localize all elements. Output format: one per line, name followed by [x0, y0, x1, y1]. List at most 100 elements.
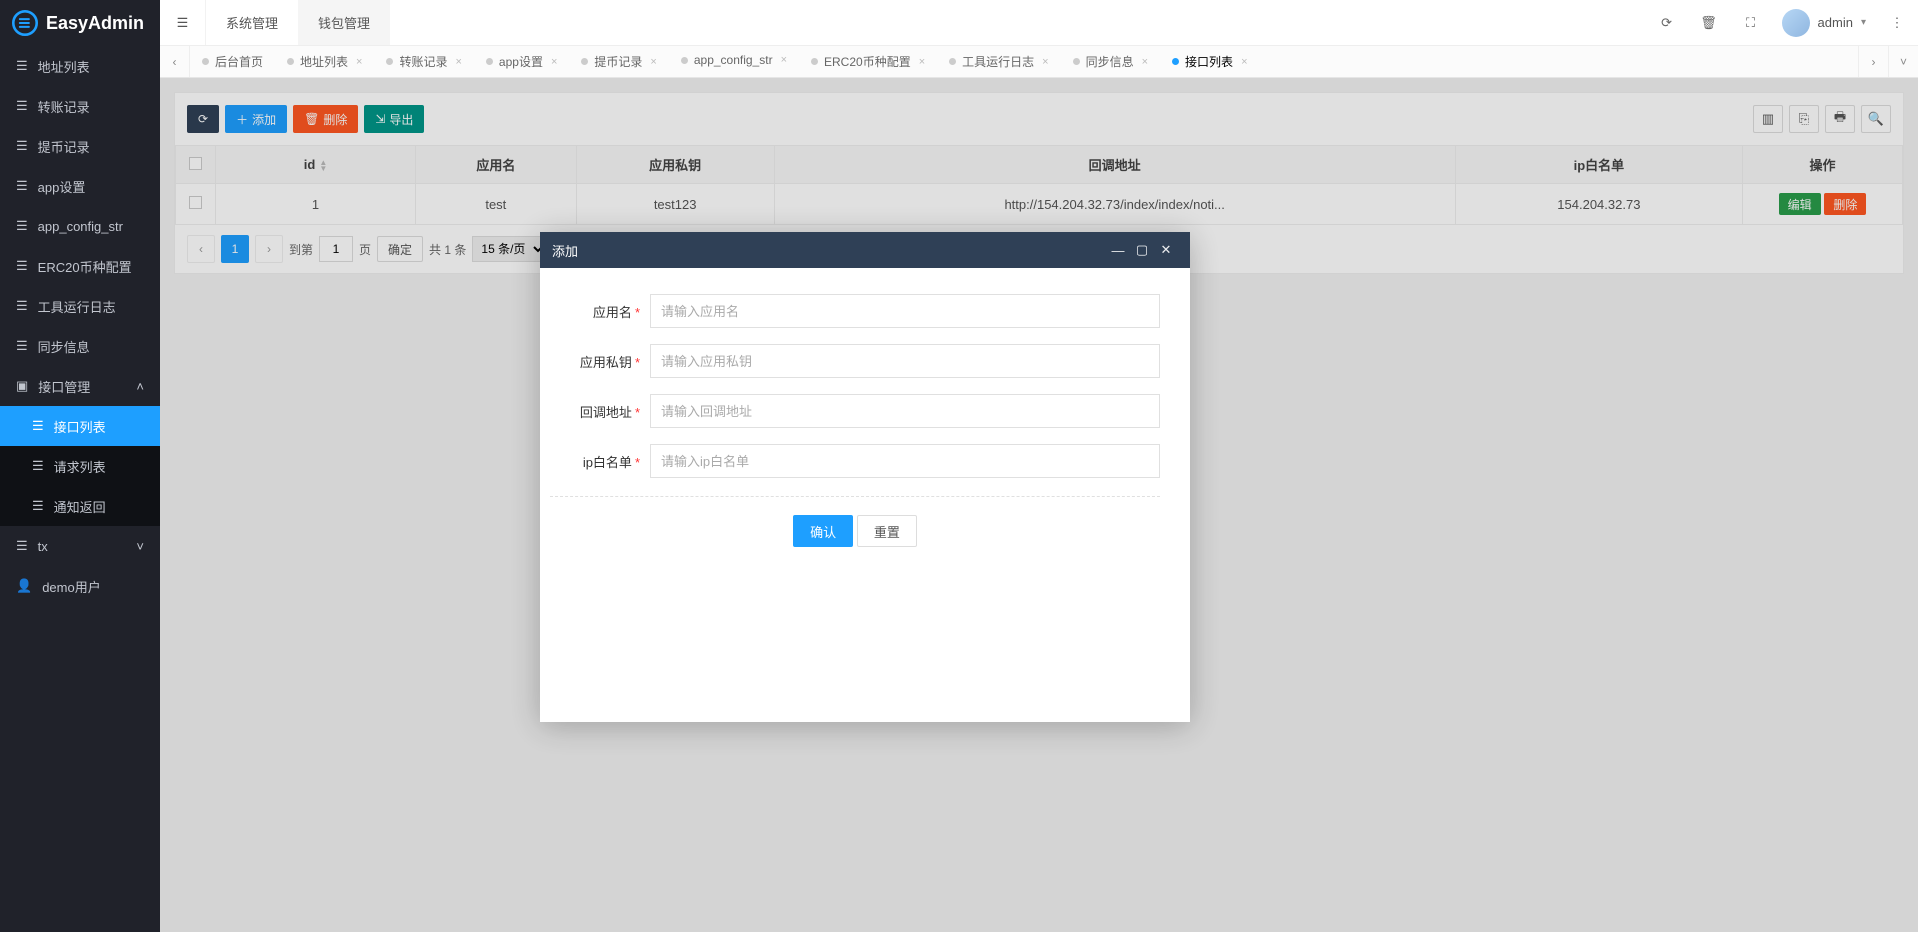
modal-header[interactable]: 添加 — ▢ ✕ — [540, 232, 1190, 268]
dot-icon — [581, 58, 588, 65]
close-icon[interactable]: × — [455, 56, 461, 68]
input-app[interactable] — [650, 294, 1160, 328]
delete-button[interactable]: 🗑删除 — [293, 105, 358, 133]
sidebar-sub-api-list[interactable]: ☰接口列表 — [0, 406, 160, 446]
minimize-icon[interactable]: — — [1106, 243, 1130, 258]
list-icon: ☰ — [32, 458, 44, 474]
tab-api-list[interactable]: 接口列表 × — [1160, 53, 1259, 70]
close-icon[interactable]: × — [551, 56, 557, 68]
sidebar-item-withdraw[interactable]: ☰提币记录 — [0, 126, 160, 166]
table-refresh-button[interactable]: ⟳ — [187, 105, 219, 133]
cell-secret: test123 — [576, 184, 774, 225]
pager-goto-input[interactable] — [319, 236, 353, 262]
sidebar-item-address[interactable]: ☰地址列表 — [0, 46, 160, 86]
sidebar-group-demo[interactable]: 👤demo用户 — [0, 566, 160, 606]
pager-goto-suffix: 页 — [359, 241, 371, 258]
col-app: 应用名 — [416, 146, 577, 184]
modal-ok-button[interactable]: 确认 — [793, 515, 853, 547]
close-icon[interactable]: × — [1241, 56, 1247, 68]
cell-app: test — [416, 184, 577, 225]
label-secret: 应用私钥* — [550, 352, 650, 371]
tab-appconfigstr[interactable]: app_config_str× — [669, 53, 799, 67]
btn-label: 添加 — [252, 111, 276, 128]
tab-label: 接口列表 — [1185, 53, 1233, 70]
top-tab-wallet[interactable]: 钱包管理 — [298, 0, 390, 45]
search-button[interactable]: 🔍 — [1861, 105, 1891, 133]
close-icon[interactable]: × — [650, 56, 656, 68]
tab-toollog[interactable]: 工具运行日志× — [937, 53, 1060, 70]
tabs-scroll-left[interactable]: ‹ — [160, 46, 190, 77]
close-icon[interactable]: × — [356, 56, 362, 68]
close-icon[interactable]: ✕ — [1154, 242, 1178, 258]
close-icon[interactable]: × — [781, 54, 787, 66]
sidebar-sub-api-request[interactable]: ☰ 请求列表 — [0, 446, 160, 486]
top-tab-system[interactable]: 系统管理 — [206, 0, 298, 45]
sidebar-sub-api-notify[interactable]: ☰通知返回 — [0, 486, 160, 526]
input-callback[interactable] — [650, 394, 1160, 428]
list-icon: ☰ — [32, 498, 44, 514]
tab-home[interactable]: 后台首页 — [190, 53, 275, 70]
close-icon[interactable]: × — [919, 56, 925, 68]
tab-appset[interactable]: app设置× — [474, 53, 569, 70]
sidebar-group-api[interactable]: ▣接口管理˄ — [0, 366, 160, 406]
close-icon[interactable]: × — [1142, 56, 1148, 68]
input-secret[interactable] — [650, 344, 1160, 378]
sidebar-item-sync[interactable]: ☰同步信息 — [0, 326, 160, 366]
caret-down-icon: ▾ — [1861, 17, 1866, 28]
sidebar-item-transfer[interactable]: ☰转账记录 — [0, 86, 160, 126]
btn-label: 删除 — [323, 111, 347, 128]
checkbox-row[interactable] — [189, 196, 202, 209]
modal-reset-button[interactable]: 重置 — [857, 515, 917, 547]
more-icon[interactable]: ⋮ — [1876, 0, 1918, 45]
cell-ip: 154.204.32.73 — [1455, 184, 1742, 225]
data-table: id▲▼ 应用名 应用私钥 回调地址 ip白名单 操作 1 test — [175, 145, 1903, 225]
tab-transfer[interactable]: 转账记录 × — [374, 53, 473, 70]
print-button[interactable]: 🖶 — [1825, 105, 1855, 133]
grid-icon: ▣ — [16, 378, 28, 394]
tab-sync[interactable]: 同步信息× — [1061, 53, 1160, 70]
tab-erc20[interactable]: ERC20币种配置× — [799, 53, 937, 70]
row-delete-button[interactable]: 删除 — [1824, 193, 1866, 215]
sidebar-item-label: demo用户 — [42, 577, 101, 596]
col-id[interactable]: id — [304, 157, 316, 172]
col-ip: ip白名单 — [1455, 146, 1742, 184]
export-button[interactable]: ⇲导出 — [364, 105, 424, 133]
checkbox-all[interactable] — [189, 157, 202, 170]
sidebar-item-toollog[interactable]: ☰工具运行日志 — [0, 286, 160, 326]
pager-prev[interactable]: ‹ — [187, 235, 215, 263]
tabs-scroll-right[interactable]: › — [1858, 46, 1888, 77]
maximize-icon[interactable]: ▢ — [1130, 242, 1154, 258]
toggle-sidebar-button[interactable]: ☰ — [160, 0, 206, 45]
row-edit-button[interactable]: 编辑 — [1779, 193, 1821, 215]
export2-button[interactable]: ⎘ — [1789, 105, 1819, 133]
dot-icon — [681, 57, 688, 64]
sidebar-item-appconfigstr[interactable]: ☰app_config_str — [0, 206, 160, 246]
col-callback: 回调地址 — [774, 146, 1455, 184]
sidebar-item-erc20[interactable]: ☰ERC20币种配置 — [0, 246, 160, 286]
add-button[interactable]: ＋添加 — [225, 105, 287, 133]
input-ip[interactable] — [650, 444, 1160, 478]
tab-label: 转账记录 — [399, 53, 447, 70]
columns-button[interactable]: ▥ — [1753, 105, 1783, 133]
pager-pagesize-select[interactable]: 15 条/页 — [472, 236, 547, 262]
modal-title: 添加 — [552, 241, 1106, 260]
tabs-menu[interactable]: ˅ — [1888, 46, 1918, 77]
pager-page-current[interactable]: 1 — [221, 235, 249, 263]
pager-total: 共 1 条 — [429, 241, 466, 258]
tab-address[interactable]: 地址列表× — [275, 53, 374, 70]
user-menu[interactable]: admin ▾ — [1772, 0, 1876, 45]
trash-icon[interactable]: 🗑 — [1688, 0, 1730, 45]
sidebar-item-label: 接口列表 — [54, 417, 106, 436]
sidebar-group-tx[interactable]: ☰tx˅ — [0, 526, 160, 566]
sidebar-item-label: 请求列表 — [54, 457, 106, 476]
form-row-ip: ip白名单* — [550, 444, 1160, 478]
sort-icon[interactable]: ▲▼ — [319, 160, 327, 172]
pager-next[interactable]: › — [255, 235, 283, 263]
refresh-icon[interactable]: ⟳ — [1646, 0, 1688, 45]
fullscreen-icon[interactable]: ⛶ — [1730, 0, 1772, 45]
tab-withdraw[interactable]: 提币记录× — [569, 53, 668, 70]
sidebar-item-appset[interactable]: ☰app设置 — [0, 166, 160, 206]
label-callback: 回调地址* — [550, 402, 650, 421]
close-icon[interactable]: × — [1042, 56, 1048, 68]
pager-confirm-button[interactable]: 确定 — [377, 236, 423, 262]
